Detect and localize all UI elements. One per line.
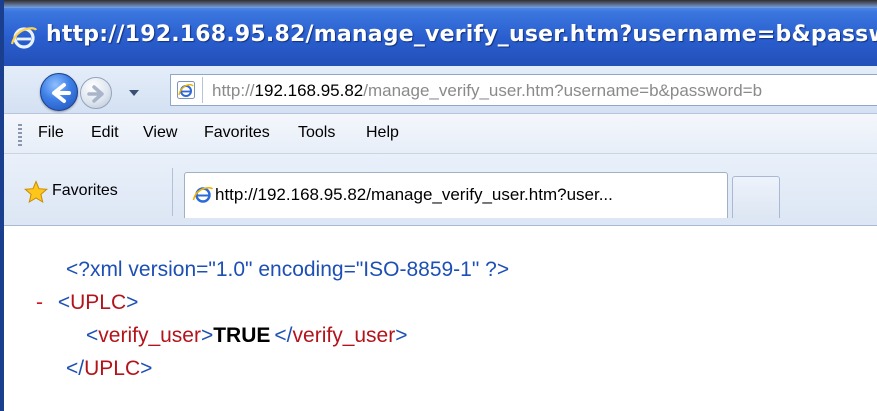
menu-favorites[interactable]: Favorites [204, 124, 270, 142]
xml-child-element: <verify_user>TRUE </verify_user> [86, 324, 407, 348]
desktop-strip [0, 0, 877, 8]
xml-bracket: > [395, 324, 408, 347]
arrow-left-icon [52, 83, 71, 103]
xml-element-value: TRUE [213, 324, 271, 347]
ie-page-icon [177, 81, 195, 99]
page-content [4, 226, 877, 411]
star-icon[interactable] [24, 180, 48, 204]
xml-root-close: </UPLC> [66, 357, 152, 381]
menu-edit[interactable]: Edit [91, 124, 119, 142]
address-url-host: 192.168.95.82 [254, 81, 364, 100]
back-button[interactable] [40, 73, 78, 111]
xml-bracket: < [57, 291, 71, 314]
menu-view[interactable]: View [143, 124, 177, 142]
xml-tag-name: verify_user [292, 324, 396, 347]
address-url-path: /manage_verify_user.htm?username=b&passw… [363, 81, 763, 100]
recent-pages-dropdown[interactable] [128, 88, 140, 98]
window-title: http://192.168.95.82/manage_verify_user.… [46, 22, 877, 47]
address-url[interactable]: http://192.168.95.82/manage_verify_user.… [212, 81, 762, 101]
new-tab-button[interactable] [732, 176, 780, 218]
xml-bracket: > [140, 357, 153, 380]
xml-bracket: </ [274, 324, 293, 347]
xml-tag-name: UPLC [70, 291, 127, 314]
favorites-button[interactable]: Favorites [52, 182, 118, 200]
window-border [0, 0, 4, 411]
xml-declaration: <?xml version="1.0" encoding="ISO-8859-1… [66, 258, 509, 282]
favorites-divider [172, 168, 173, 216]
collapse-toggle[interactable]: - [36, 291, 43, 314]
xml-bracket: > [200, 324, 214, 347]
address-url-prefix: http:// [212, 81, 255, 100]
ie-tab-icon [192, 186, 214, 203]
menu-file[interactable]: File [38, 124, 64, 142]
xml-bracket: > [126, 291, 139, 314]
xml-tag-name: verify_user [98, 324, 201, 347]
xml-bracket: </ [66, 357, 85, 380]
menu-bar [0, 114, 877, 154]
menu-help[interactable]: Help [366, 124, 399, 142]
ie-title-icon [10, 27, 37, 49]
xml-root-open: - <UPLC> [36, 291, 138, 315]
browser-window: http://192.168.95.82/manage_verify_user.… [0, 0, 877, 411]
menu-grip-handle[interactable] [18, 124, 22, 146]
arrow-right-icon [87, 85, 104, 103]
xml-declaration-text: <?xml version="1.0" encoding="ISO-8859-1… [66, 258, 510, 281]
xml-tag-name: UPLC [84, 357, 141, 380]
chevron-down-icon [129, 90, 139, 96]
menu-tools[interactable]: Tools [298, 124, 335, 142]
forward-button[interactable] [80, 77, 112, 109]
xml-bracket: < [86, 324, 99, 347]
address-divider [202, 77, 203, 103]
tab-active-label[interactable]: http://192.168.95.82/manage_verify_user.… [215, 185, 613, 205]
